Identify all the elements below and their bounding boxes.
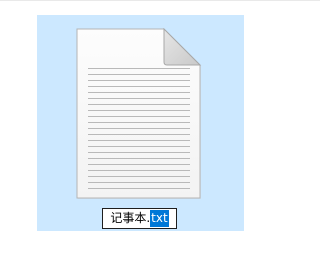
filename-base-text: 记事本. xyxy=(110,211,151,225)
file-item-notepad-txt[interactable]: 记事本. txt xyxy=(37,15,244,231)
text-document-icon[interactable] xyxy=(76,28,202,200)
selected-extension-text: txt xyxy=(150,210,169,227)
desktop-area: 记事本. txt xyxy=(0,0,320,274)
top-border xyxy=(0,0,320,1)
document-page-graphic xyxy=(76,28,202,199)
filename-rename-input[interactable]: 记事本. txt xyxy=(102,208,177,229)
